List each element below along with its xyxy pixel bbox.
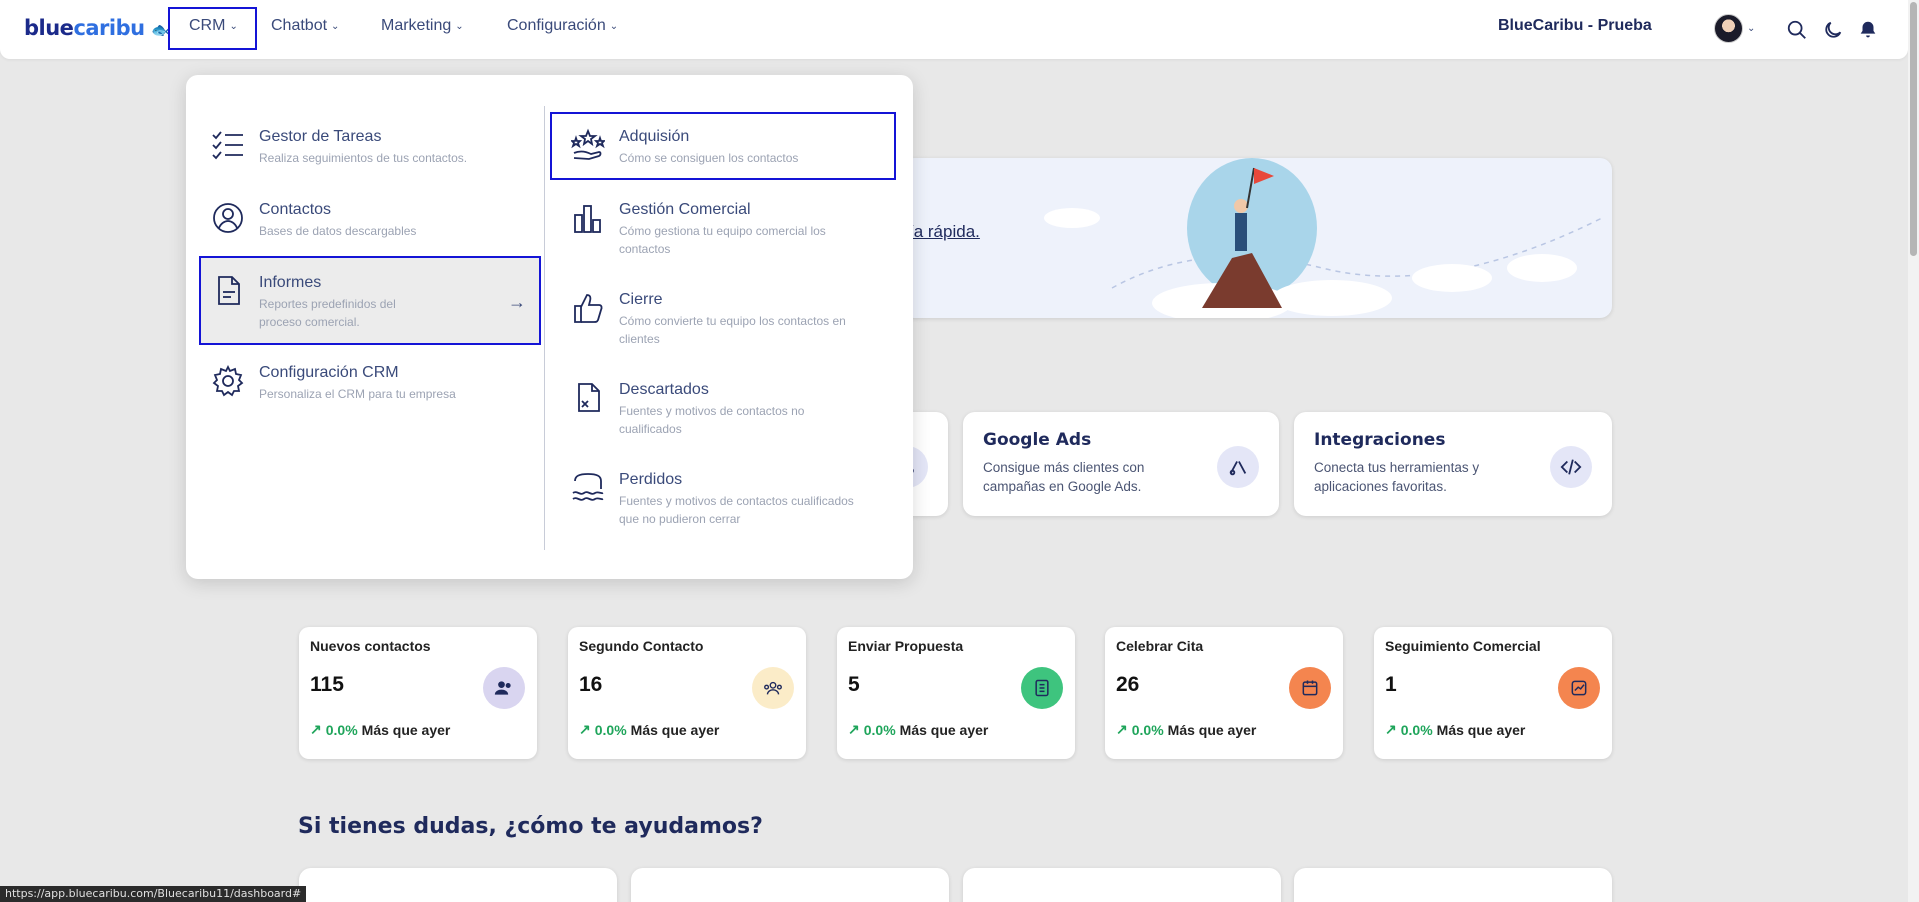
quick-guide-link[interactable]: ía rápida. <box>909 222 980 242</box>
welcome-banner <box>902 158 1612 318</box>
nav-marketing[interactable]: Marketing ⌄ <box>381 17 464 35</box>
report-document-icon <box>218 276 240 305</box>
bell-icon[interactable] <box>1857 19 1879 41</box>
help-card[interactable] <box>299 868 617 902</box>
stat-card-celebrar-cita[interactable]: Celebrar Cita 26 ↗ 0.0% Más que ayer <box>1105 627 1343 759</box>
menu-contactos[interactable]: Contactos Bases de datos descargables <box>211 201 416 240</box>
stat-card-nuevos-contactos[interactable]: Nuevos contactos 115 ↗ 0.0% Más que ayer <box>299 627 537 759</box>
bluecaribu-logo[interactable]: bluecaribu 🐟 <box>24 16 170 40</box>
gear-icon <box>212 364 244 397</box>
chart-trend-icon <box>1558 667 1600 709</box>
stat-card-segundo-contacto[interactable]: Segundo Contacto 16 ↗ 0.0% Más que ayer <box>568 627 806 759</box>
chevron-down-icon: ⌄ <box>455 20 464 32</box>
code-icon <box>1550 446 1592 488</box>
trend-up-icon: ↗ <box>1385 721 1397 737</box>
caribu-logo-icon: 🐟 <box>151 21 170 39</box>
stat-card-enviar-propuesta[interactable]: Enviar Propuesta 5 ↗ 0.0% Más que ayer <box>837 627 1075 759</box>
users-icon <box>483 667 525 709</box>
document-icon <box>1021 667 1063 709</box>
menu-informes[interactable]: Informes Reportes predefinidos del proces… <box>211 274 441 331</box>
integraciones-card[interactable]: Integraciones Conecta tus herramientas y… <box>1294 412 1612 516</box>
dark-mode-moon-icon[interactable] <box>1822 19 1844 41</box>
google-ads-icon <box>1217 446 1259 488</box>
company-name: BlueCaribu - Prueba <box>1498 17 1652 34</box>
page-scrollbar[interactable] <box>1908 0 1919 902</box>
trend-up-icon: ↗ <box>310 721 322 737</box>
nav-configuracion[interactable]: Configuración ⌄ <box>507 17 618 35</box>
banner-illustration <box>1044 158 1603 318</box>
nav-chatbot[interactable]: Chatbot ⌄ <box>271 17 339 35</box>
trend-up-icon: ↗ <box>1116 721 1128 737</box>
user-circle-icon <box>213 203 243 233</box>
help-card[interactable] <box>631 868 949 902</box>
status-bar-url: https://app.bluecaribu.com/Bluecaribu11/… <box>0 886 307 902</box>
google-ads-card[interactable]: Google Ads Consigue más clientes con cam… <box>963 412 1279 516</box>
menu-perdidos[interactable]: Perdidos Fuentes y motivos de contactos c… <box>571 471 871 528</box>
user-menu[interactable]: ⌄ <box>1714 14 1755 43</box>
menu-gestion-comercial[interactable]: Gestión Comercial Cómo gestiona tu equipo… <box>571 201 861 258</box>
stat-card-seguimiento-comercial[interactable]: Seguimiento Comercial 1 ↗ 0.0% Más que aye… <box>1374 627 1612 759</box>
bar-chart-icon <box>574 205 601 233</box>
help-card[interactable] <box>963 868 1281 902</box>
stars-hand-icon <box>571 128 605 160</box>
arrow-right-icon: → <box>508 292 526 312</box>
trend-up-icon: ↗ <box>848 721 860 737</box>
menu-cierre[interactable]: Cierre Cómo convierte tu equipo los conta… <box>571 291 861 348</box>
menu-adquision[interactable]: Adquisión Cómo se consiguen los contactos <box>571 128 871 167</box>
group-icon <box>752 667 794 709</box>
search-icon[interactable] <box>1786 19 1808 41</box>
menu-descartados[interactable]: Descartados Fuentes y motivos de contacto… <box>571 381 861 438</box>
menu-configuracion-crm[interactable]: Configuración CRM Personaliza el CRM para… <box>211 364 456 403</box>
trend-up-icon: ↗ <box>579 721 591 737</box>
help-card[interactable] <box>1294 868 1612 902</box>
menu-gestor-de-tareas[interactable]: Gestor de Tareas Realiza seguimientos de … <box>211 128 467 167</box>
scrollbar-thumb[interactable] <box>1910 2 1917 256</box>
calendar-icon <box>1289 667 1331 709</box>
lost-waves-icon <box>572 473 604 501</box>
help-section-title: Si tienes dudas, ¿cómo te ayudamos? <box>298 814 763 839</box>
avatar <box>1714 14 1743 43</box>
crm-highlight-box <box>168 7 257 50</box>
top-navbar: bluecaribu 🐟 CRM ⌄ Chatbot ⌄ Marketing ⌄ Co… <box>0 0 1908 59</box>
thumbs-up-icon <box>574 294 603 323</box>
chevron-down-icon: ⌄ <box>609 20 619 32</box>
chevron-down-icon: ⌄ <box>1747 23 1756 34</box>
dropdown-divider <box>544 106 545 550</box>
task-list-icon <box>212 131 243 160</box>
chevron-down-icon: ⌄ <box>331 20 340 32</box>
discarded-document-icon <box>578 383 600 412</box>
